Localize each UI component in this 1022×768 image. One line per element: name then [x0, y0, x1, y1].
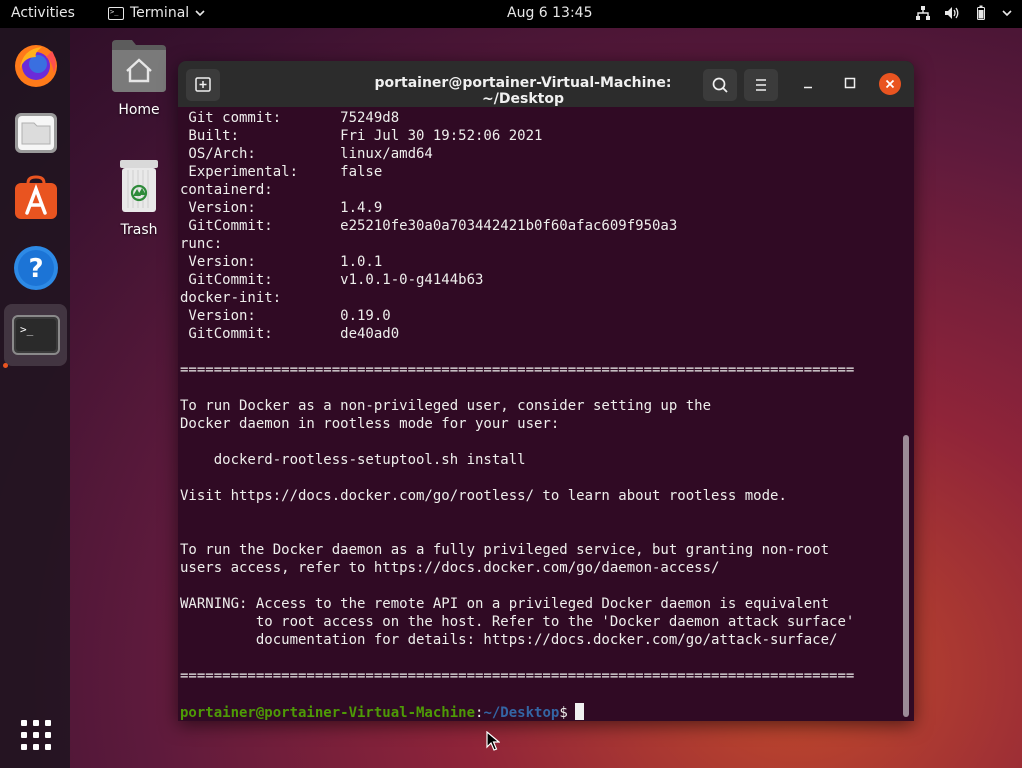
- output-line: To run Docker as a non-privileged user, …: [180, 398, 712, 414]
- network-icon: [916, 6, 930, 20]
- prompt-user-host: portainer@portainer-Virtual-Machine: [180, 705, 476, 721]
- prompt-symbol: $: [559, 705, 568, 721]
- output-line: Visit https://docs.docker.com/go/rootles…: [180, 488, 787, 504]
- title-bar[interactable]: portainer@portainer-Virtual-Machine: ~/D…: [178, 61, 914, 107]
- dock-software[interactable]: [4, 168, 67, 230]
- chevron-down-icon: [195, 10, 205, 17]
- menu-button[interactable]: [744, 69, 778, 101]
- output-line: dockerd-rootless-setuptool.sh install: [180, 452, 526, 468]
- terminal-output[interactable]: Git commit: 75249d8 Built: Fri Jul 30 19…: [180, 107, 908, 721]
- output-line: ========================================…: [180, 668, 855, 684]
- dock-terminal[interactable]: >_: [4, 304, 67, 366]
- output-line: Built: Fri Jul 30 19:52:06 2021: [180, 128, 543, 144]
- dock: ? >_: [0, 28, 70, 768]
- maximize-icon[interactable]: [842, 75, 858, 91]
- output-line: documentation for details: https://docs.…: [180, 632, 838, 648]
- output-line: runc:: [180, 236, 223, 252]
- system-tray[interactable]: [915, 5, 1012, 21]
- output-line: GitCommit: v1.0.1-0-g4144b63: [180, 272, 484, 288]
- help-icon: ?: [13, 246, 58, 290]
- output-line: Git commit: 75249d8: [180, 110, 400, 126]
- trash-icon: [120, 160, 158, 212]
- output-line: To run the Docker daemon as a fully priv…: [180, 542, 830, 558]
- software-icon: [14, 175, 57, 219]
- mouse-pointer-icon: [486, 731, 500, 751]
- output-line: Version: 0.19.0: [180, 308, 391, 324]
- dock-firefox[interactable]: [4, 34, 67, 96]
- terminal-icon: >_: [11, 315, 60, 355]
- dock-show-applications[interactable]: [4, 704, 67, 766]
- output-line: Version: 1.4.9: [180, 200, 383, 216]
- clock[interactable]: Aug 6 13:45: [507, 5, 593, 21]
- new-tab-button[interactable]: [186, 69, 220, 101]
- output-line: Version: 1.0.1: [180, 254, 383, 270]
- output-line: GitCommit: de40ad0: [180, 326, 400, 342]
- output-line: ========================================…: [180, 362, 855, 378]
- prompt-line: portainer@portainer-Virtual-Machine:~/De…: [180, 703, 584, 721]
- window-title: portainer@portainer-Virtual-Machine: ~/D…: [374, 75, 672, 107]
- output-line: Docker daemon in rootless mode for your …: [180, 416, 560, 432]
- dock-files[interactable]: [4, 102, 67, 164]
- dock-help[interactable]: ?: [4, 237, 67, 299]
- output-line: to root access on the host. Refer to the…: [180, 614, 855, 630]
- output-line: docker-init:: [180, 290, 282, 306]
- show-applications-icon: [20, 720, 51, 750]
- chevron-down-icon: [1002, 10, 1012, 17]
- svg-text:>_: >_: [20, 323, 34, 336]
- volume-icon: [945, 7, 959, 19]
- activities-button[interactable]: Activities: [11, 5, 75, 21]
- new-tab-icon: [195, 77, 211, 92]
- desktop-home[interactable]: Home: [99, 38, 179, 118]
- battery-icon: [977, 5, 985, 20]
- scrollbar[interactable]: [903, 435, 909, 717]
- output-line: users access, refer to https://docs.dock…: [180, 560, 720, 576]
- text-cursor: [574, 703, 584, 720]
- desktop-home-label: Home: [118, 102, 160, 118]
- output-line: Experimental: false: [180, 164, 383, 180]
- terminal-small-icon: >_: [108, 6, 124, 20]
- top-bar: Activities >_ Terminal Aug 6 13:45: [0, 0, 1022, 28]
- running-indicator: [3, 363, 8, 368]
- firefox-icon: [14, 45, 57, 87]
- app-menu-label: Terminal: [130, 5, 190, 21]
- minimize-icon[interactable]: [800, 77, 816, 93]
- output-line: GitCommit: e25210fe30a0a703442421b0f60af…: [180, 218, 678, 234]
- output-line: containerd:: [180, 182, 273, 198]
- hamburger-menu-icon: [756, 79, 766, 91]
- app-menu[interactable]: >_ Terminal: [108, 5, 205, 21]
- desktop-trash[interactable]: Trash: [99, 158, 179, 238]
- prompt-path: ~/Desktop: [483, 705, 560, 721]
- search-icon: [712, 77, 728, 93]
- svg-text:?: ?: [28, 254, 43, 284]
- files-icon: [14, 113, 57, 153]
- output-line: OS/Arch: linux/amd64: [180, 146, 433, 162]
- home-folder-icon: [112, 40, 166, 92]
- desktop-trash-label: Trash: [120, 222, 158, 238]
- search-button[interactable]: [703, 69, 737, 101]
- output-line: WARNING: Access to the remote API on a p…: [180, 596, 830, 612]
- close-icon[interactable]: [879, 73, 901, 95]
- terminal-window[interactable]: portainer@portainer-Virtual-Machine: ~/D…: [178, 61, 914, 721]
